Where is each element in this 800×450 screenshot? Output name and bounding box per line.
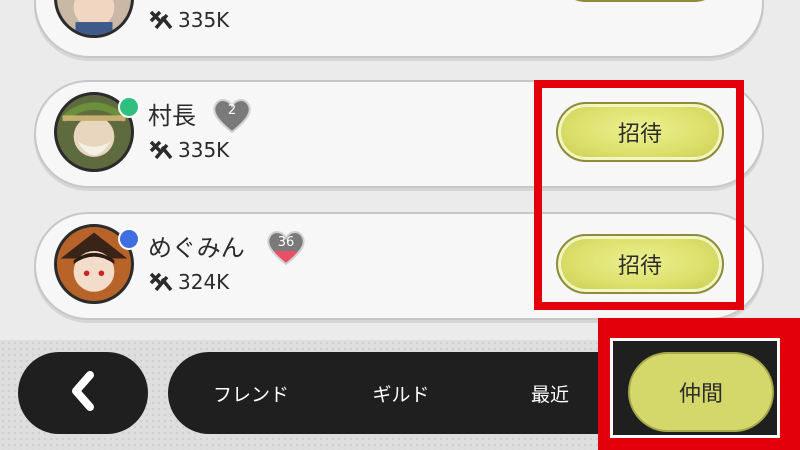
invite-button[interactable]: 招待 — [556, 234, 724, 294]
back-button[interactable] — [18, 352, 148, 434]
power-icon — [148, 271, 174, 293]
power-icon — [148, 139, 174, 161]
friend-name: めぐみん — [148, 234, 245, 262]
power-icon — [148, 9, 174, 31]
tab-friend[interactable]: フレンド — [196, 352, 306, 434]
power-value: 324K — [148, 270, 229, 294]
heart-icon: 36 — [264, 228, 308, 266]
friend-card: 335K 招待 — [34, 0, 764, 58]
friend-card: 村長 2 335K 招待 — [34, 80, 764, 188]
heart-icon: 2 — [210, 96, 254, 134]
power-value: 335K — [148, 8, 229, 32]
avatar — [54, 0, 134, 38]
tab-recent[interactable]: 最近 — [500, 352, 600, 434]
tab-guild[interactable]: ギルド — [346, 352, 456, 434]
heart-count: 36 — [277, 235, 295, 250]
chevron-left-icon — [68, 371, 98, 415]
invite-button[interactable]: 招待 — [556, 0, 724, 2]
power-value: 335K — [148, 138, 229, 162]
heart-count: 2 — [227, 103, 237, 118]
attribute-badge-icon — [118, 96, 140, 118]
invite-button[interactable]: 招待 — [556, 102, 724, 162]
attribute-badge-icon — [118, 228, 140, 250]
friend-list[interactable]: 335K 招待 村長 2 335K 招待 — [0, 0, 800, 340]
tab-companions[interactable]: 仲間 — [628, 352, 774, 432]
friend-card: めぐみん 36 324K 招待 — [34, 212, 764, 320]
friend-name: 村長 — [148, 102, 196, 130]
